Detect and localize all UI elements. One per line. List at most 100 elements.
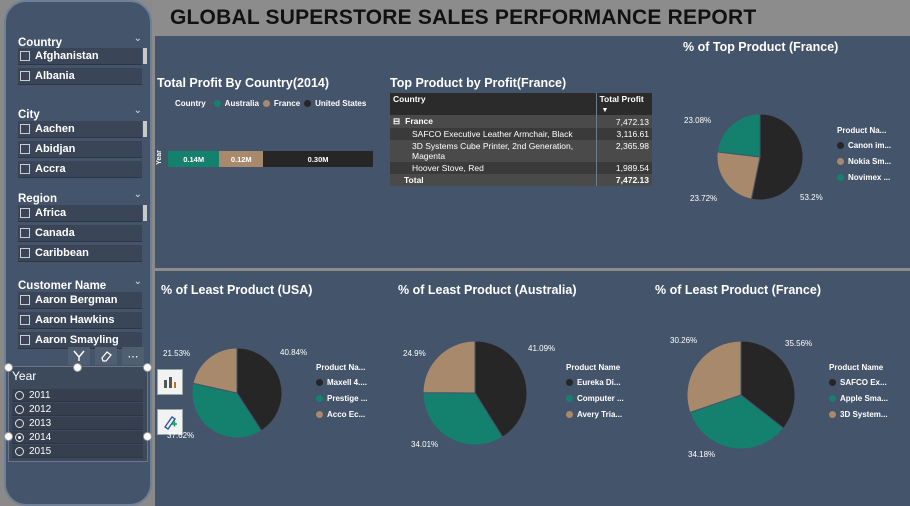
scrollbar[interactable]: [143, 48, 147, 64]
eraser-icon[interactable]: [95, 347, 117, 365]
resize-handle[interactable]: [73, 363, 82, 372]
year-option-2015[interactable]: 2015: [12, 445, 143, 458]
legend-item: Computer ...: [566, 394, 624, 403]
radio-button[interactable]: [15, 418, 24, 428]
bar-segment-australia[interactable]: 0.14M: [168, 151, 220, 167]
column-header-country[interactable]: Country: [390, 93, 596, 115]
legend-australia: Australia: [224, 99, 259, 108]
bar-segment-united-states[interactable]: 0.30M: [263, 151, 373, 167]
resize-handle[interactable]: [4, 432, 13, 441]
table-row[interactable]: SAFCO Executive Leather Armchair, Black …: [390, 128, 652, 140]
slicer-item[interactable]: Aaron Bergman: [18, 292, 142, 309]
legend-title: Product Na...: [837, 126, 887, 135]
table-row[interactable]: Hoover Stove, Red 1,989.54: [390, 162, 652, 174]
expand-icon[interactable]: ⊟: [393, 116, 400, 126]
top-france-pie-title: % of Top Product (France): [683, 40, 839, 54]
y-axis-label: Year: [155, 150, 163, 165]
radio-button-selected[interactable]: [15, 432, 24, 442]
stacked-bar-chart[interactable]: 0.14M 0.12M 0.30M: [168, 151, 373, 167]
scrollbar[interactable]: [143, 205, 147, 221]
legend-item: Eureka Di...: [566, 378, 624, 387]
checkbox[interactable]: [20, 71, 30, 81]
radio-button[interactable]: [15, 446, 24, 456]
slicer-item[interactable]: Caribbean: [18, 245, 142, 262]
checkbox[interactable]: [20, 208, 30, 218]
table-row[interactable]: ⊟ France 7,472.13: [390, 115, 652, 128]
slicer-item[interactable]: Albania: [18, 68, 142, 85]
year-option-2013[interactable]: 2013: [12, 417, 143, 430]
legend-item: Apple Sma...: [829, 394, 888, 403]
slicer-item[interactable]: Afghanistan: [18, 48, 142, 65]
checkbox[interactable]: [20, 144, 30, 154]
city-slicer[interactable]: City ⌄ Aachen Abidjan Accra: [18, 105, 147, 181]
checkbox[interactable]: [20, 248, 30, 258]
chart-visual-icon[interactable]: [157, 369, 183, 395]
slicer-item[interactable]: Africa: [18, 205, 142, 222]
year-slicer[interactable]: Year 2011 2012 2013 2014 2015: [8, 366, 148, 462]
customer-slicer-title: Customer Name: [18, 280, 107, 292]
more-options-icon[interactable]: ⋯: [122, 347, 144, 365]
bar-data-label: 0.14M: [183, 154, 205, 164]
legend-title: Product Name: [566, 363, 621, 372]
top-product-table[interactable]: Country Total Profit ▼ ⊟ France 7,472.13 S…: [390, 93, 652, 186]
city-slicer-title: City: [18, 109, 40, 121]
pie-label: 34.01%: [411, 440, 439, 449]
legend-marker-france: [262, 100, 270, 107]
checkbox[interactable]: [20, 124, 30, 134]
legend-item: Nokia Sm...: [837, 157, 891, 166]
radio-button[interactable]: [15, 390, 24, 400]
resize-handle[interactable]: [143, 363, 152, 372]
legend-marker-australia: [213, 100, 221, 107]
resize-handle[interactable]: [4, 363, 13, 372]
legend-item: Canon im...: [837, 141, 891, 150]
checkbox[interactable]: [20, 295, 30, 305]
bar-segment-france[interactable]: 0.12M: [219, 151, 264, 167]
legend-marker: [566, 395, 573, 402]
slicer-item[interactable]: Canada: [18, 225, 142, 242]
legend-united-states: United States: [315, 99, 367, 108]
legend-marker: [829, 411, 836, 418]
legend-marker: [829, 395, 836, 402]
pie-label: 35.56%: [785, 339, 813, 348]
radio-button[interactable]: [15, 404, 24, 414]
year-option-2011[interactable]: 2011: [12, 389, 143, 402]
slicer-item[interactable]: Aachen: [18, 121, 142, 138]
legend-item: Maxell 4....: [316, 378, 367, 387]
legend-marker: [316, 395, 323, 402]
scrollbar[interactable]: [143, 121, 147, 137]
legend-france: France: [273, 99, 301, 108]
checkbox[interactable]: [20, 315, 30, 325]
chevron-down-icon[interactable]: ⌄: [134, 33, 142, 44]
customer-slicer[interactable]: Customer Name ⌄ Aaron Bergman Aaron Hawk…: [18, 276, 142, 352]
pie-label: 34.18%: [688, 450, 716, 459]
bar-data-label: 0.30M: [307, 154, 329, 164]
chevron-down-icon[interactable]: ⌄: [134, 189, 142, 200]
table-row[interactable]: 3D Systems Cube Printer, 2nd Generation,…: [390, 140, 652, 162]
resize-handle[interactable]: [143, 432, 152, 441]
slicer-item[interactable]: Accra: [18, 161, 142, 178]
legend-marker: [829, 379, 836, 386]
region-slicer[interactable]: Region ⌄ Africa Canada Caribbean: [18, 189, 147, 265]
year-option-2014[interactable]: 2014: [12, 431, 143, 444]
slicer-item[interactable]: Aaron Hawkins: [18, 312, 142, 329]
year-option-2012[interactable]: 2012: [12, 403, 143, 416]
bar-data-label: 0.12M: [230, 154, 252, 164]
country-slicer[interactable]: Country ⌄ Afghanistan Albania: [18, 33, 147, 88]
slicer-item[interactable]: Abidjan: [18, 141, 142, 158]
bottom-panel: [155, 271, 910, 506]
checkbox[interactable]: [20, 164, 30, 174]
sort-desc-icon[interactable]: ▼: [600, 107, 609, 114]
table-total-row[interactable]: Total 7,472.13: [390, 174, 652, 186]
checkbox[interactable]: [20, 228, 30, 238]
top-france-legend: Product Na... Canon im... Nokia Sm... No…: [837, 126, 891, 182]
legend-item: Novimex ...: [837, 173, 891, 182]
checkbox[interactable]: [20, 51, 30, 61]
chevron-down-icon[interactable]: ⌄: [134, 105, 142, 116]
report-title: GLOBAL SUPERSTORE SALES PERFORMANCE REPO…: [170, 6, 757, 29]
column-header-total-profit[interactable]: Total Profit ▼: [595, 93, 652, 115]
profit-legend: Country Australia France United States: [175, 99, 366, 108]
chevron-down-icon[interactable]: ⌄: [134, 276, 142, 287]
legend-marker-united-states: [304, 100, 312, 107]
checkbox[interactable]: [20, 335, 30, 345]
top-product-title: Top Product by Profit(France): [390, 76, 567, 90]
